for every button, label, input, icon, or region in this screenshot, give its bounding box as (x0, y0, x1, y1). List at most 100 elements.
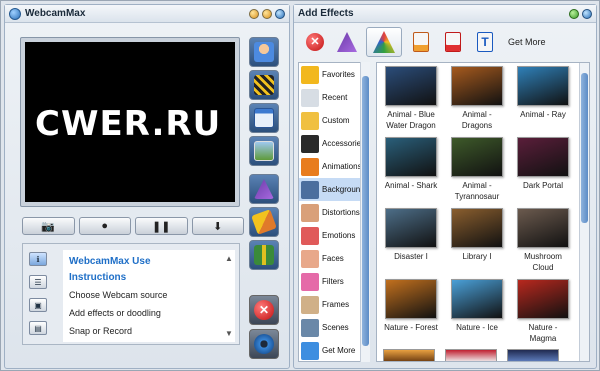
effects-wizard-button[interactable] (249, 174, 279, 204)
add-favorite-button[interactable] (408, 29, 434, 55)
effect-item[interactable]: Library I (449, 208, 505, 275)
category-label: Frames (322, 300, 350, 309)
import-effect-button[interactable] (440, 29, 466, 55)
get-more-link[interactable]: Get More (508, 37, 546, 47)
effect-item[interactable]: Animal - Ray (515, 66, 571, 133)
effects-wizard-tab[interactable] (366, 27, 402, 57)
category-icon (301, 272, 319, 291)
exit-button[interactable]: ✕ (249, 295, 279, 325)
effect-item[interactable]: Animal - Blue Water Dragon (383, 66, 439, 133)
record-button[interactable]: ● (78, 217, 131, 235)
download-icon: ⬇ (213, 220, 223, 233)
webcam-preview[interactable]: CWER.RU (25, 42, 235, 202)
effect-thumbnail[interactable] (517, 137, 569, 177)
effect-thumbnail[interactable] (385, 66, 437, 106)
download-button[interactable]: ⬇ (191, 217, 244, 235)
effect-label: Mushroom Cloud (524, 252, 562, 272)
category-item[interactable]: Frames (299, 293, 369, 316)
effect-item[interactable]: Animal - Shark (383, 137, 439, 204)
info-icon: ℹ (36, 254, 40, 264)
category-label: Emotions (322, 231, 356, 240)
category-scroll-thumb[interactable] (362, 76, 369, 346)
wizard-hat-icon (337, 32, 357, 52)
effect-thumbnail[interactable] (517, 66, 569, 106)
category-item[interactable]: Faces (299, 247, 369, 270)
effect-thumbnail[interactable] (517, 279, 569, 319)
text-effect-button[interactable]: T (472, 29, 498, 55)
category-item[interactable]: Favorites (299, 63, 369, 86)
effect-thumbnail-partial[interactable] (445, 349, 497, 361)
remove-effect-button[interactable]: ✕ (302, 29, 328, 55)
effect-item[interactable]: Dark Portal (515, 137, 571, 204)
category-item[interactable]: Custom (299, 109, 369, 132)
category-item[interactable]: Animations (299, 155, 369, 178)
list-tab[interactable]: ☰ (29, 275, 47, 289)
effect-thumbnail[interactable] (517, 208, 569, 248)
category-label: Distortions (322, 208, 360, 217)
preview-watermark: CWER.RU (35, 104, 222, 144)
effect-thumbnail-partial[interactable] (507, 349, 559, 361)
category-item[interactable]: Distortions (299, 201, 369, 224)
effect-item[interactable]: Mushroom Cloud (515, 208, 571, 275)
effects-scrollbar[interactable] (579, 63, 589, 361)
gear-icon (254, 334, 274, 354)
effect-item[interactable]: Nature - Magma (515, 279, 571, 346)
capture-controls: 📷 ● ❚❚ ⬇ (22, 217, 244, 235)
effect-item[interactable]: Animal - Dragons (449, 66, 505, 133)
instruction-step: Choose Webcam source (69, 290, 168, 300)
film-tab[interactable]: ▤ (29, 321, 47, 335)
scroll-down-icon: ▼ (225, 329, 233, 338)
doodle-button[interactable] (249, 207, 279, 237)
effect-item[interactable]: Nature - Forest (383, 279, 439, 346)
person-source-button[interactable] (249, 37, 279, 67)
category-item[interactable]: Get More (299, 339, 369, 361)
effect-thumbnail-partial[interactable] (383, 349, 435, 361)
close-button[interactable] (275, 8, 285, 19)
minimize-button[interactable] (249, 8, 259, 19)
category-scrollbar[interactable] (360, 62, 370, 362)
category-item[interactable]: Emotions (299, 224, 369, 247)
instruction-step: Snap or Record (69, 326, 133, 336)
effect-thumbnail[interactable] (451, 137, 503, 177)
category-icon (301, 111, 319, 130)
wizard-hat-icon (254, 179, 274, 199)
category-item[interactable]: Backgrounds (299, 178, 369, 201)
effect-thumbnail[interactable] (385, 279, 437, 319)
no-effect-icon: ✕ (306, 33, 324, 51)
right-titlebar: Add Effects (294, 5, 596, 23)
info-tab[interactable]: ℹ (29, 252, 47, 266)
effect-item[interactable]: Nature - Ice (449, 279, 505, 346)
clapperboard-icon (254, 75, 274, 95)
category-label: Recent (322, 93, 348, 102)
minimize-button[interactable] (569, 8, 579, 19)
instructions-scrollbar[interactable]: ▲ ▼ (225, 254, 233, 338)
category-item[interactable]: Scenes (299, 316, 369, 339)
effect-thumbnail[interactable] (385, 208, 437, 248)
close-button[interactable] (582, 8, 592, 19)
screen-source-button[interactable] (249, 103, 279, 133)
effect-thumbnail[interactable] (451, 66, 503, 106)
effects-scroll-thumb[interactable] (581, 73, 588, 223)
image-source-button[interactable] (249, 136, 279, 166)
effect-item[interactable]: Disaster I (383, 208, 439, 275)
webcammax-panel: WebcamMax CWER.RU 📷 ● ❚❚ ⬇ ℹ ☰ ▣ ▤ Webca… (4, 4, 290, 369)
pause-button[interactable]: ❚❚ (135, 217, 188, 235)
list-icon: ☰ (34, 277, 42, 287)
contacts-tab[interactable]: ▣ (29, 298, 47, 312)
snapshot-button[interactable]: 📷 (22, 217, 75, 235)
magic-effects-button[interactable] (334, 29, 360, 55)
movie-source-button[interactable] (249, 70, 279, 100)
category-item[interactable]: Accessories (299, 132, 369, 155)
effect-thumbnail[interactable] (385, 137, 437, 177)
gift-effects-button[interactable] (249, 240, 279, 270)
effect-label: Nature - Forest (384, 323, 438, 332)
settings-button[interactable] (249, 329, 279, 359)
effect-item[interactable]: Animal - Tyrannosaur (449, 137, 505, 204)
category-item[interactable]: Filters (299, 270, 369, 293)
maximize-button[interactable] (262, 8, 272, 19)
effect-thumbnail[interactable] (451, 279, 503, 319)
effect-thumbnail[interactable] (451, 208, 503, 248)
instruction-step: Add effects or doodling (69, 308, 161, 318)
camera-icon: 📷 (41, 220, 56, 233)
category-item[interactable]: Recent (299, 86, 369, 109)
